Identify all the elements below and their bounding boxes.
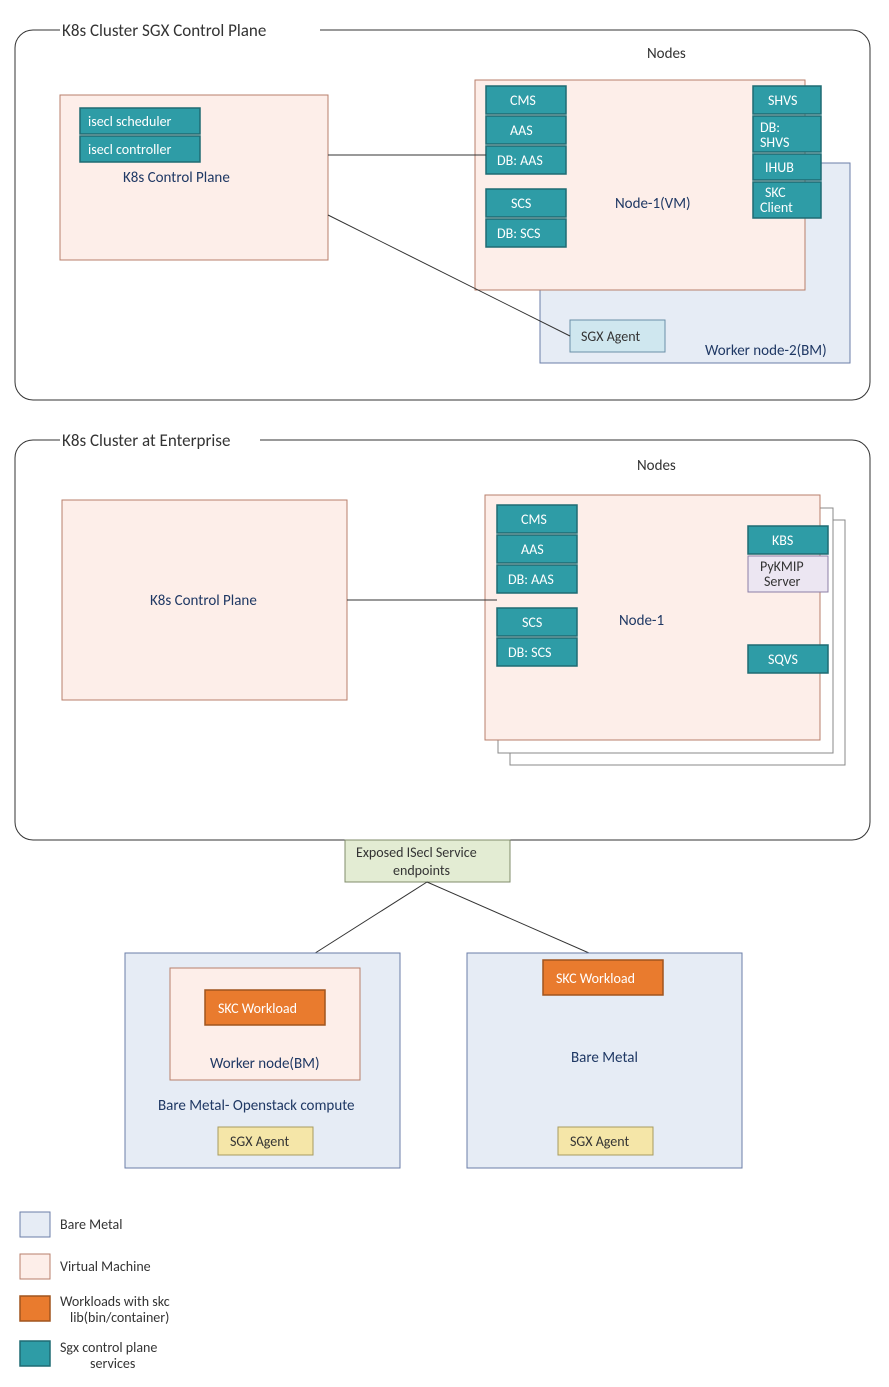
svc2-db-aas: DB: AAS (508, 571, 554, 588)
svc-shvs: SHVS (768, 92, 797, 109)
pykmip-l2: Server (764, 573, 801, 590)
legend-svc-l2: services (90, 1355, 135, 1372)
svc-skc-l2: Client (760, 199, 793, 216)
legend: Bare Metal Virtual Machine Workloads wit… (20, 1212, 170, 1372)
cluster1-worker-bm-label: Worker node-2(BM) (705, 342, 827, 360)
svc-db-aas: DB: AAS (497, 152, 543, 169)
legend-wl-swatch (20, 1296, 50, 1321)
left-workernode-label: Worker node(BM) (210, 1055, 320, 1073)
legend-svc-l1: Sgx control plane (60, 1339, 157, 1356)
cluster2-title: K8s Cluster at Enterprise (62, 430, 230, 451)
left-host-sub: Bare Metal- Openstack compute (158, 1097, 355, 1115)
cluster1-sgx-agent-label: SGX Agent (581, 328, 640, 345)
svc-scs: SCS (511, 195, 531, 212)
svc-db-shvs-l2: SHVS (760, 134, 789, 151)
cluster2-cp-label: K8s Control Plane (150, 592, 257, 610)
endpoints-l2: endpoints (393, 862, 450, 879)
svc-cms: CMS (510, 92, 536, 109)
isecl-scheduler-label: isecl scheduler (88, 113, 172, 130)
cluster2-nodes-label: Nodes (637, 457, 676, 475)
legend-svc-swatch (20, 1341, 50, 1366)
cluster1-right-services: SHVS DB:SHVS IHUB SKCClient (753, 86, 821, 218)
svc-db-scs: DB: SCS (497, 225, 540, 242)
legend-bm-label: Bare Metal (60, 1216, 122, 1233)
cluster1-cp-label: K8s Control Plane (123, 169, 230, 187)
svc2-aas: AAS (521, 541, 544, 558)
cluster1-title: K8s Cluster SGX Control Plane (62, 20, 266, 41)
legend-wl-l1: Workloads with skc (60, 1293, 170, 1310)
legend-wl-l2: lib(bin/container) (70, 1309, 169, 1326)
cluster1-left-services: CMS AAS DB: AAS SCS DB: SCS (486, 86, 566, 247)
right-sgx-agent-label: SGX Agent (570, 1133, 629, 1150)
legend-vm-label: Virtual Machine (60, 1258, 151, 1275)
legend-bm-swatch (20, 1212, 50, 1237)
left-sgx-agent-label: SGX Agent (230, 1133, 289, 1150)
cluster1-node1-label: Node-1(VM) (615, 195, 691, 213)
svc-kbs-label: KBS (772, 532, 793, 549)
cluster2-left-services: CMS AAS DB: AAS SCS DB: SCS (497, 505, 577, 666)
svc-aas: AAS (510, 122, 533, 139)
svc2-scs: SCS (522, 614, 542, 631)
svc-sqvs-label: SQVS (768, 651, 798, 668)
isecl-controller-label: isecl controller (88, 141, 171, 158)
cluster1-nodes-label: Nodes (647, 45, 686, 63)
svc2-cms: CMS (521, 511, 547, 528)
cluster2-node1-label: Node-1 (619, 612, 664, 630)
right-skc-workload-label: SKC Workload (556, 970, 635, 987)
left-skc-workload-label: SKC Workload (218, 1000, 297, 1017)
endpoints-l1: Exposed ISecl Service (356, 844, 477, 861)
svc-ihub: IHUB (765, 159, 794, 176)
connector-ep-right (427, 882, 605, 960)
legend-vm-swatch (20, 1254, 50, 1279)
svc2-db-scs: DB: SCS (508, 644, 551, 661)
right-host-sub: Bare Metal (571, 1049, 638, 1067)
